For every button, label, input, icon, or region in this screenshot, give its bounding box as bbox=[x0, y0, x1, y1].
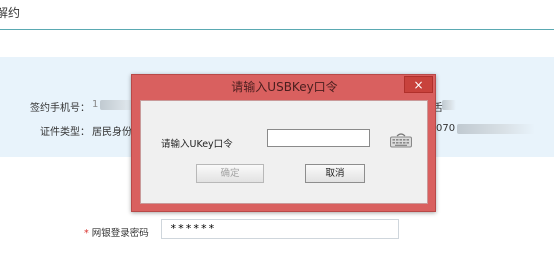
masked-right-value bbox=[442, 100, 456, 110]
ukey-prompt-label: 请输入UKey口令 bbox=[161, 139, 233, 150]
dialog-body: 请输入UKey口令 确定 取消 bbox=[140, 100, 428, 204]
right-field-fragment-2: 070 bbox=[436, 123, 456, 134]
password-field[interactable]: ****** bbox=[161, 219, 399, 239]
usbkey-dialog: 请输入USBKey口令 × 请输入UKey口令 确定 取消 bbox=[131, 74, 436, 212]
cancel-button[interactable]: 取消 bbox=[305, 164, 365, 183]
page-header: 解约 bbox=[0, 0, 554, 30]
required-mark: * bbox=[84, 228, 89, 239]
idtype-label: 证件类型： bbox=[40, 127, 90, 138]
masked-number-value bbox=[457, 124, 535, 134]
ukey-password-input[interactable] bbox=[267, 129, 370, 147]
soft-keyboard-icon[interactable] bbox=[389, 131, 413, 149]
page-title: 解约 bbox=[0, 6, 21, 20]
phone-label: 签约手机号： bbox=[30, 103, 90, 114]
ok-button[interactable]: 确定 bbox=[196, 164, 264, 183]
dialog-title: 请输入USBKey口令 bbox=[231, 80, 338, 94]
phone-value: 1 bbox=[92, 99, 99, 110]
close-button[interactable]: × bbox=[404, 76, 433, 93]
password-label: * 网银登录密码 bbox=[84, 225, 149, 239]
password-label-text: 网银登录密码 bbox=[91, 228, 149, 239]
